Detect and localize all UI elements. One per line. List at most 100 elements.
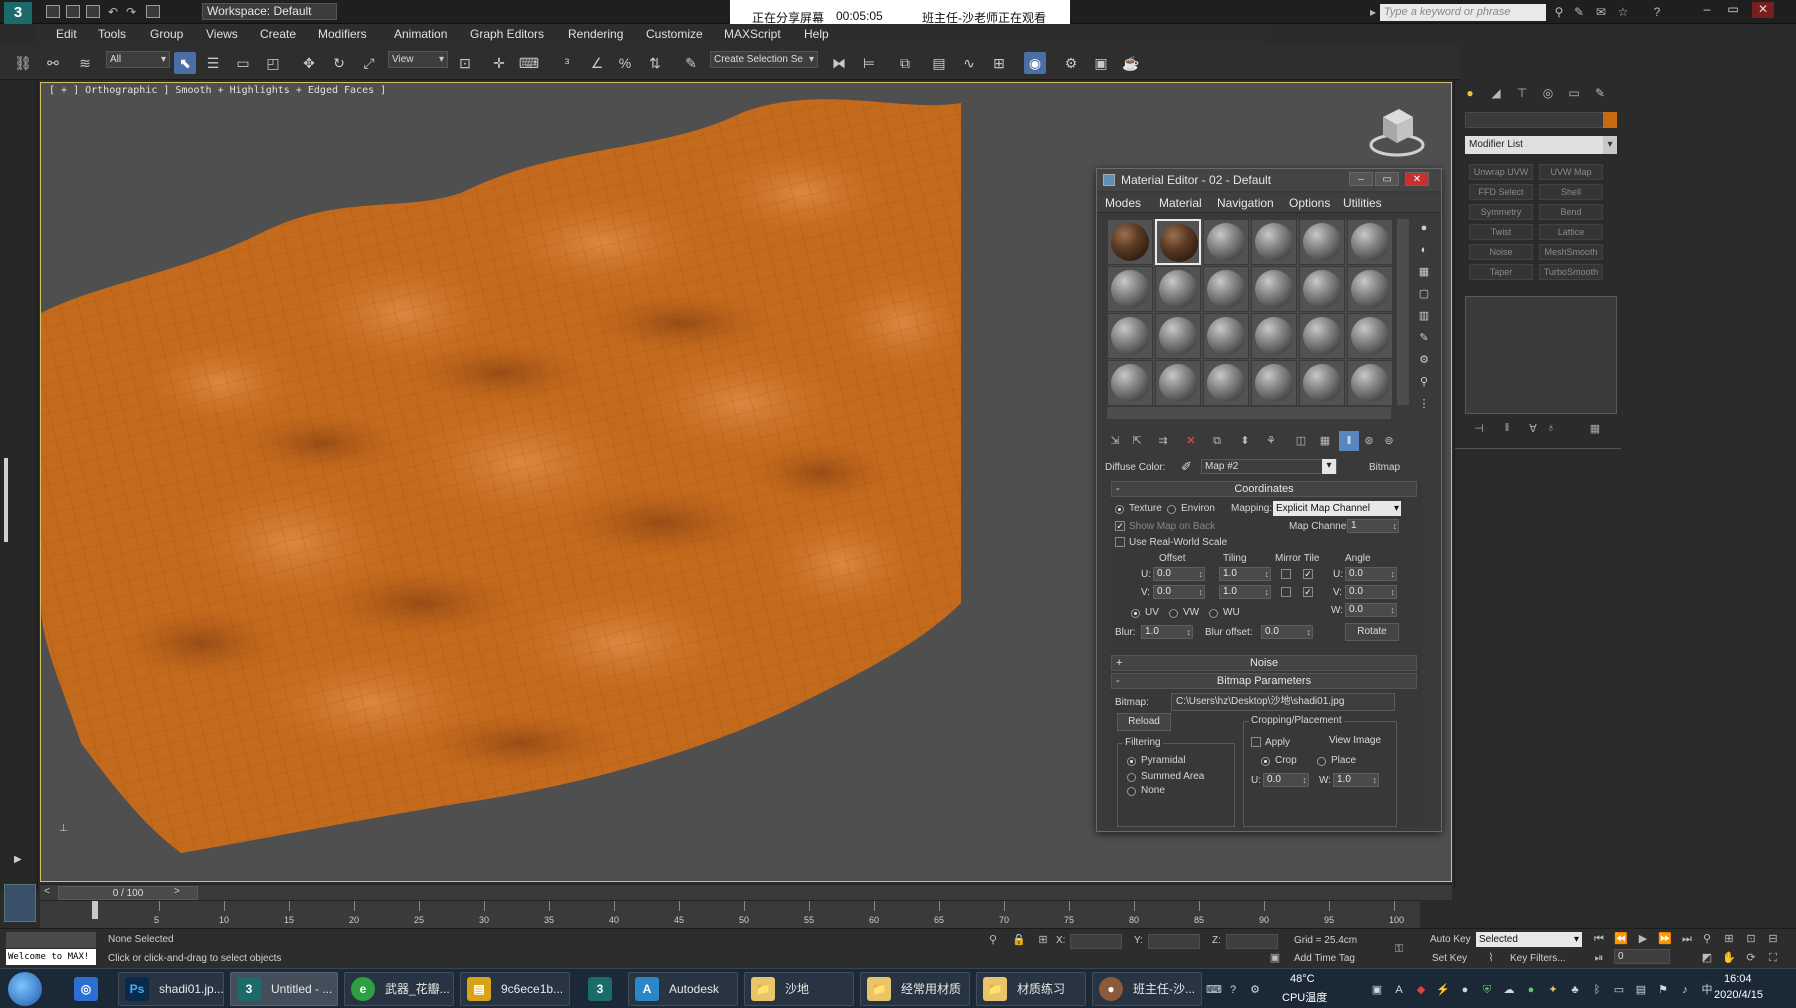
material-editor-icon[interactable]: ◉ <box>1024 52 1046 74</box>
tray-antivirus-icon[interactable]: ◆ <box>1414 983 1428 997</box>
menu-tools[interactable]: Tools <box>98 27 126 41</box>
edit-named-selection-icon[interactable]: ✎ <box>680 52 702 74</box>
go-to-start-icon[interactable]: ⏮ <box>1592 932 1606 946</box>
assign-material-icon[interactable]: ⇉ <box>1153 431 1173 451</box>
show-map-on-back-checkbox[interactable]: ✓ <box>1115 521 1125 531</box>
menu-edit[interactable]: Edit <box>56 27 77 41</box>
window-crossing-icon[interactable]: ◰ <box>262 52 284 74</box>
filter-none-radio[interactable] <box>1127 787 1136 796</box>
configure-sets-icon[interactable]: ▦ <box>1587 422 1603 436</box>
pin-stack-icon[interactable]: ⊣ <box>1471 422 1487 436</box>
me-menu-modes[interactable]: Modes <box>1105 196 1141 210</box>
time-cursor[interactable] <box>92 901 98 919</box>
taskbar-3dsmax-pinned[interactable]: 3 <box>580 972 620 1006</box>
background-checker-icon[interactable]: ▦ <box>1415 263 1433 281</box>
material-slot[interactable] <box>1203 360 1249 406</box>
blur-offset-spinner[interactable]: 0.0 <box>1261 625 1313 639</box>
key-icon[interactable]: ⚿ <box>1392 942 1406 956</box>
minimize-button[interactable]: – <box>1696 2 1718 18</box>
spinner-snap-icon[interactable]: ⇅ <box>644 52 666 74</box>
v-offset-spinner[interactable]: 0.0 <box>1153 585 1205 599</box>
key-mode-icon[interactable]: ⏯ <box>1592 951 1606 965</box>
layer-manager-icon[interactable]: ⧉ <box>894 52 916 74</box>
communication-icon[interactable]: ✉ <box>1594 5 1608 19</box>
material-slot[interactable] <box>1203 313 1249 359</box>
select-by-name-icon[interactable]: ☰ <box>202 52 224 74</box>
reset-map-icon[interactable]: ✕ <box>1181 431 1201 451</box>
reference-coord-dropdown[interactable]: View <box>388 51 448 68</box>
options-gear-icon[interactable]: ⚙ <box>1415 351 1433 369</box>
modifier-button[interactable]: Symmetry <box>1469 204 1533 220</box>
noise-rollout-header[interactable]: + Noise <box>1111 655 1417 671</box>
u-tiling-spinner[interactable]: 1.0 <box>1219 567 1271 581</box>
settings-icon[interactable]: ⚙ <box>1248 983 1262 997</box>
material-slot[interactable] <box>1299 266 1345 312</box>
scale-icon[interactable]: ⤢ <box>358 52 380 74</box>
uv-radio[interactable] <box>1131 609 1140 618</box>
material-slot[interactable] <box>1155 360 1201 406</box>
play-icon[interactable]: ▶ <box>1636 932 1650 946</box>
move-icon[interactable]: ✥ <box>298 52 320 74</box>
object-name-field[interactable] <box>1465 112 1607 128</box>
backlight-icon[interactable]: ◐ <box>1415 241 1433 259</box>
crop-w-spinner[interactable]: 1.0 <box>1333 773 1379 787</box>
material-navigator-icon[interactable]: ⋮ <box>1415 395 1433 413</box>
ime-icon[interactable]: 中 <box>1700 983 1714 997</box>
make-copy-icon[interactable]: ⧉ <box>1207 431 1227 451</box>
menu-modifiers[interactable]: Modifiers <box>318 27 367 41</box>
material-slot[interactable] <box>1155 313 1201 359</box>
taskbar-folder-materials[interactable]: 📁 经常用材质 <box>860 972 970 1006</box>
zoom-all-icon[interactable]: ⊞ <box>1722 932 1736 946</box>
bitmap-params-rollout-header[interactable]: - Bitmap Parameters <box>1111 673 1417 689</box>
u-offset-spinner[interactable]: 0.0 <box>1153 567 1205 581</box>
unlink-icon[interactable]: ⚯ <box>42 52 64 74</box>
clock-date[interactable]: 2020/4/15 <box>1714 989 1763 1001</box>
selection-filter-dropdown[interactable]: All <box>106 51 170 68</box>
apply-checkbox[interactable] <box>1251 737 1261 747</box>
put-to-library-icon[interactable]: ⚘ <box>1261 431 1281 451</box>
map-channel-spinner[interactable]: 1 <box>1347 519 1399 533</box>
modifier-button[interactable]: Lattice <box>1539 224 1603 240</box>
me-maximize-button[interactable]: ▭ <box>1375 172 1399 186</box>
u-mirror-checkbox[interactable] <box>1281 569 1291 579</box>
summed-area-radio[interactable] <box>1127 773 1136 782</box>
material-slot[interactable] <box>1299 360 1345 406</box>
eyedropper-icon[interactable]: ✐ <box>1181 459 1192 475</box>
zoom-icon[interactable]: ⚲ <box>1700 932 1714 946</box>
slot-vertical-scrollbar[interactable] <box>1397 219 1409 405</box>
v-tile-checkbox[interactable]: ✓ <box>1303 587 1313 597</box>
go-forward-sibling-icon[interactable]: ⊚ <box>1379 431 1399 451</box>
pinned-app-icon[interactable]: ◎ <box>66 972 106 1006</box>
key-set-dropdown[interactable]: Selected <box>1476 932 1582 947</box>
modifier-button[interactable]: Twist <box>1469 224 1533 240</box>
utilities-tab-icon[interactable]: ✎ <box>1591 84 1609 102</box>
pan-icon[interactable]: ✋ <box>1722 951 1736 965</box>
uv-tiling-icon[interactable]: ▢ <box>1415 285 1433 303</box>
select-manipulate-icon[interactable]: ✛ <box>488 52 510 74</box>
next-frame-icon[interactable]: ⏩ <box>1658 932 1672 946</box>
clock-time[interactable]: 16:04 <box>1724 973 1752 985</box>
app-logo-icon[interactable]: 3 <box>4 2 32 24</box>
menu-customize[interactable]: Customize <box>646 27 703 41</box>
modifier-list-dropdown[interactable]: Modifier List <box>1465 136 1617 154</box>
modifier-button[interactable]: Taper <box>1469 264 1533 280</box>
keyboard-shortcut-icon[interactable]: ⌨ <box>518 52 540 74</box>
material-id-channel-icon[interactable]: ◫ <box>1291 431 1311 451</box>
tray-network-icon[interactable]: ⚡ <box>1436 983 1450 997</box>
wu-radio[interactable] <box>1209 609 1218 618</box>
viewcube-icon[interactable] <box>1367 103 1427 159</box>
isolate-selection-icon[interactable]: ⚲ <box>986 933 1000 947</box>
selection-lock-icon[interactable]: 🔒 <box>1012 933 1026 947</box>
subscription-icon[interactable]: ✎ <box>1572 5 1586 19</box>
tray-update-icon[interactable]: ✦ <box>1546 983 1560 997</box>
tray-cloud-icon[interactable]: ☁ <box>1502 983 1516 997</box>
real-world-scale-checkbox[interactable] <box>1115 537 1125 547</box>
zoom-extents-all-icon[interactable]: ⊟ <box>1766 932 1780 946</box>
coordinates-rollout-header[interactable]: - Coordinates <box>1111 481 1417 497</box>
favorites-star-icon[interactable]: ☆ <box>1616 5 1630 19</box>
y-coord-field[interactable] <box>1148 934 1200 949</box>
render-setup-icon[interactable]: ⚙ <box>1060 52 1082 74</box>
pivot-center-icon[interactable]: ⊡ <box>454 52 476 74</box>
key-filters-button[interactable]: Key Filters... <box>1510 953 1566 964</box>
map-name-dropdown[interactable]: Map #2 <box>1201 459 1337 474</box>
